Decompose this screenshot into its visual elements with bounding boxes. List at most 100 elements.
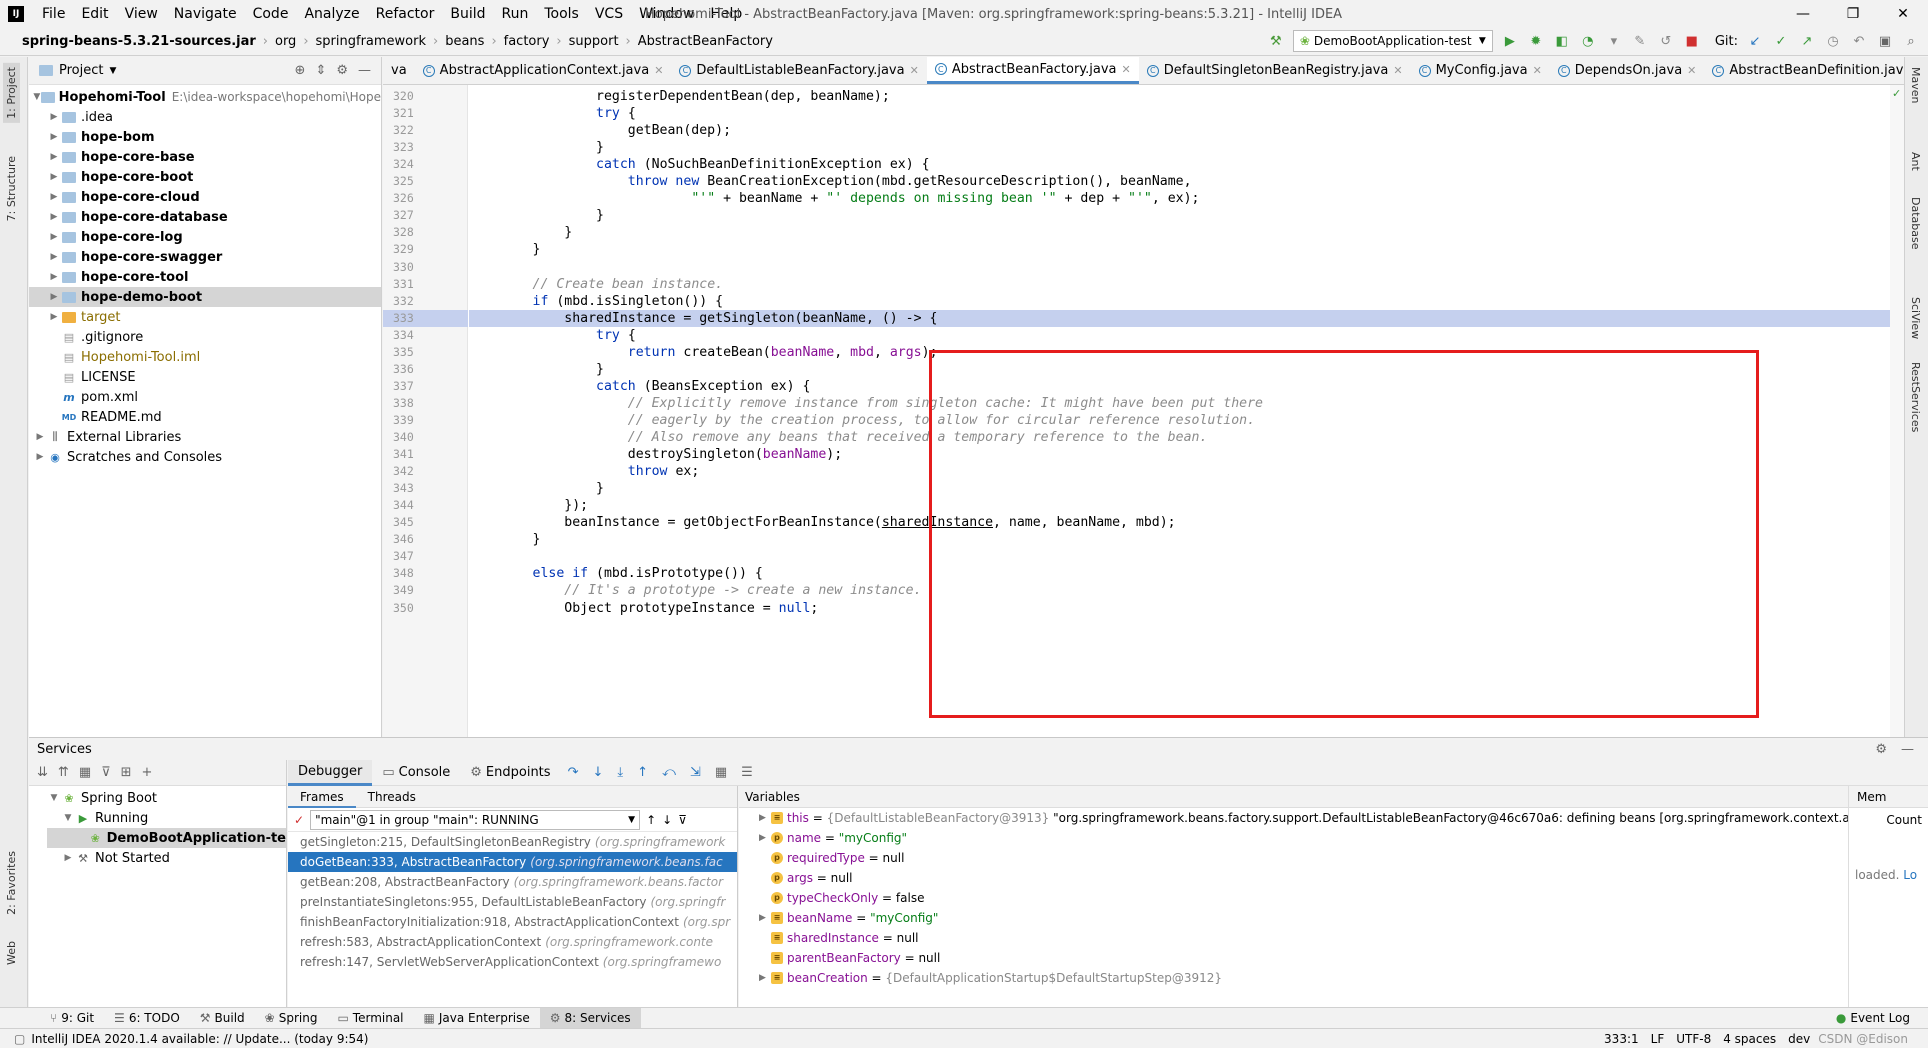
menu-item-build[interactable]: Build (442, 6, 493, 22)
editor-tab[interactable]: C DefaultListableBeanFactory.java ✕ (671, 57, 926, 84)
stack-frame[interactable]: getBean:208, AbstractBeanFactory (org.spr… (288, 872, 737, 892)
profile-icon[interactable]: ◔ (1579, 32, 1597, 50)
breadcrumb-item[interactable]: beans (441, 34, 488, 49)
chevron-right-icon[interactable]: ▶ (759, 808, 766, 828)
variable-row[interactable]: ▶ p name = "myConfig" (739, 828, 1879, 848)
code-line[interactable]: throw new BeanCreationException(mbd.getR… (469, 173, 1904, 190)
stack-frame[interactable]: preInstantiateSingletons:955, DefaultLis… (288, 892, 737, 912)
service-tree-item[interactable]: ▼ ❀ Spring Boot (47, 788, 286, 808)
code-line[interactable]: } (469, 139, 1904, 156)
close-tab-icon[interactable]: ✕ (654, 64, 663, 77)
chevron-icon[interactable]: ▼ (47, 793, 61, 803)
new-tab-icon[interactable]: ⊞ (121, 765, 132, 780)
group-icon[interactable]: ▦ (79, 765, 91, 780)
count-column[interactable]: Count (1849, 808, 1928, 832)
chevron-right-icon[interactable]: ▶ (47, 232, 61, 242)
code-line[interactable]: if (mbd.isSingleton()) { (469, 293, 1904, 310)
ant-tool-tab[interactable]: Ant (1909, 152, 1922, 171)
breadcrumb-item[interactable]: spring-beans-5.3.21-sources.jar (18, 34, 260, 49)
force-step-icon[interactable]: ⤓ (617, 765, 623, 780)
service-tree-item[interactable]: ▼ ▶ Running (47, 808, 286, 828)
menu-item-file[interactable]: File (34, 6, 73, 22)
tool-tab[interactable]: ▭ Terminal (327, 1008, 413, 1029)
variable-row[interactable]: ≡ parentBeanFactory = null (739, 948, 1879, 968)
code-line[interactable]: Object prototypeInstance = null; (469, 600, 1904, 617)
breadcrumb-item[interactable]: support (565, 34, 623, 49)
tree-item[interactable]: ▶ hope-core-swagger (29, 247, 381, 267)
code-line[interactable]: sharedInstance = getSingleton(beanName, … (469, 309, 1904, 327)
editor-tab[interactable]: C AbstractBeanFactory.java ✕ (926, 57, 1139, 84)
tree-item[interactable]: ▶ .idea (29, 107, 381, 127)
debugger-tab-endpoints[interactable]: ⚙ Endpoints (460, 760, 560, 786)
tree-item[interactable]: ▼ Hopehomi-Tool E:\idea-workspace\hopehomi… (29, 87, 381, 107)
editor-tab[interactable]: CAbstractBeanDefinition.java✕ (1704, 57, 1904, 84)
git-update-icon[interactable]: ↙ (1746, 32, 1764, 50)
code-line[interactable]: } (469, 480, 1904, 497)
git-push-icon[interactable]: ↗ (1798, 32, 1816, 50)
tool-tab[interactable]: ⚒ Build (190, 1008, 255, 1029)
code-line[interactable]: throw ex; (469, 463, 1904, 480)
service-tree-item[interactable]: ❀ DemoBootApplication-te (47, 828, 286, 848)
code-line[interactable]: beanInstance = getObjectForBeanInstance(… (469, 514, 1904, 531)
code-line[interactable]: }); (469, 497, 1904, 514)
code-line[interactable]: getBean(dep); (469, 122, 1904, 139)
web-tool-tab[interactable]: Web (3, 937, 20, 969)
tree-item[interactable]: ▶ ◉ Scratches and Consoles (29, 447, 381, 467)
stack-frame[interactable]: finishBeanFactoryInitialization:918, Abs… (288, 912, 737, 932)
load-link[interactable]: Lo (1903, 868, 1917, 882)
tree-item[interactable]: ▶ hope-core-database (29, 207, 381, 227)
chevron-right-icon[interactable]: ▶ (759, 908, 766, 928)
chevron-right-icon[interactable]: ▶ (47, 212, 61, 222)
code-line[interactable]: // Create bean instance. (469, 276, 1904, 293)
close-tab-icon[interactable]: ✕ (1533, 64, 1542, 77)
tool-tab[interactable]: ⑂ 9: Git (40, 1008, 104, 1029)
chevron-right-icon[interactable]: ▶ (759, 968, 766, 988)
chevron-right-icon[interactable]: ▶ (33, 432, 47, 442)
chevron-right-icon[interactable]: ▶ (47, 192, 61, 202)
step-into-icon[interactable]: ↓ (592, 765, 603, 780)
tree-item[interactable]: ▶ hope-demo-boot (29, 287, 381, 307)
build-hammer-icon[interactable]: ⚒ (1267, 32, 1285, 50)
sciview-tool-tab[interactable]: SciView (1909, 297, 1922, 339)
database-tool-tab[interactable]: Database (1909, 197, 1922, 250)
git-branch[interactable]: dev (1788, 1032, 1810, 1046)
chevron-right-icon[interactable]: ▶ (47, 312, 61, 322)
editor-tab[interactable]: C DependsOn.java ✕ (1550, 57, 1705, 84)
tree-item[interactable]: ▤ LICENSE (29, 367, 381, 387)
structure-tool-tab[interactable]: 7: Structure (3, 152, 20, 225)
tool-tab[interactable]: ▦ Java Enterprise (414, 1008, 540, 1029)
arrow-down-icon[interactable]: ↓ (662, 813, 672, 827)
chevron-icon[interactable]: ▼ (61, 813, 75, 823)
tree-item[interactable]: MD README.md (29, 407, 381, 427)
close-window-button[interactable]: ✕ (1878, 0, 1928, 28)
drop-frame-icon[interactable]: ⤺ (662, 765, 676, 780)
reload-icon[interactable]: ↺ (1657, 32, 1675, 50)
chevron-right-icon[interactable]: ▶ (759, 828, 766, 848)
encoding[interactable]: UTF-8 (1676, 1032, 1711, 1046)
breadcrumb-item[interactable]: factory (500, 34, 554, 49)
code-line[interactable] (469, 548, 1904, 565)
tool-tab[interactable]: ❀ Spring (255, 1008, 328, 1029)
expand-all-icon[interactable]: ⇊ (37, 765, 48, 780)
close-tab-icon[interactable]: ✕ (1122, 63, 1131, 76)
arrow-up-icon[interactable]: ↑ (646, 813, 656, 827)
step-over-icon[interactable]: ↷ (568, 765, 579, 780)
code-line[interactable]: } (469, 531, 1904, 548)
chevron-icon[interactable]: ▶ (61, 853, 75, 863)
tree-item[interactable]: ▶ hope-core-cloud (29, 187, 381, 207)
variable-row[interactable]: ▶ ≡ beanCreation = {DefaultApplicationStar… (739, 968, 1879, 988)
chevron-right-icon[interactable]: ▶ (47, 272, 61, 282)
tool-tab[interactable]: ☰ 6: TODO (104, 1008, 190, 1029)
maximize-button[interactable]: ❐ (1828, 0, 1878, 28)
hide-icon[interactable]: — (358, 63, 371, 78)
locate-icon[interactable]: ⊕ (295, 63, 306, 78)
breadcrumb-item[interactable]: org (271, 34, 300, 49)
project-structure-icon[interactable]: ▣ (1876, 32, 1894, 50)
debugger-tab-console[interactable]: ▭ Console (372, 760, 460, 786)
close-tab-icon[interactable]: ✕ (1393, 64, 1402, 77)
variable-row[interactable]: p requiredType = null (739, 848, 1879, 868)
code-line[interactable]: try { (469, 327, 1904, 344)
code-line[interactable]: try { (469, 105, 1904, 122)
code-line[interactable]: catch (BeansException ex) { (469, 378, 1904, 395)
tree-item[interactable]: ▶ hope-core-log (29, 227, 381, 247)
